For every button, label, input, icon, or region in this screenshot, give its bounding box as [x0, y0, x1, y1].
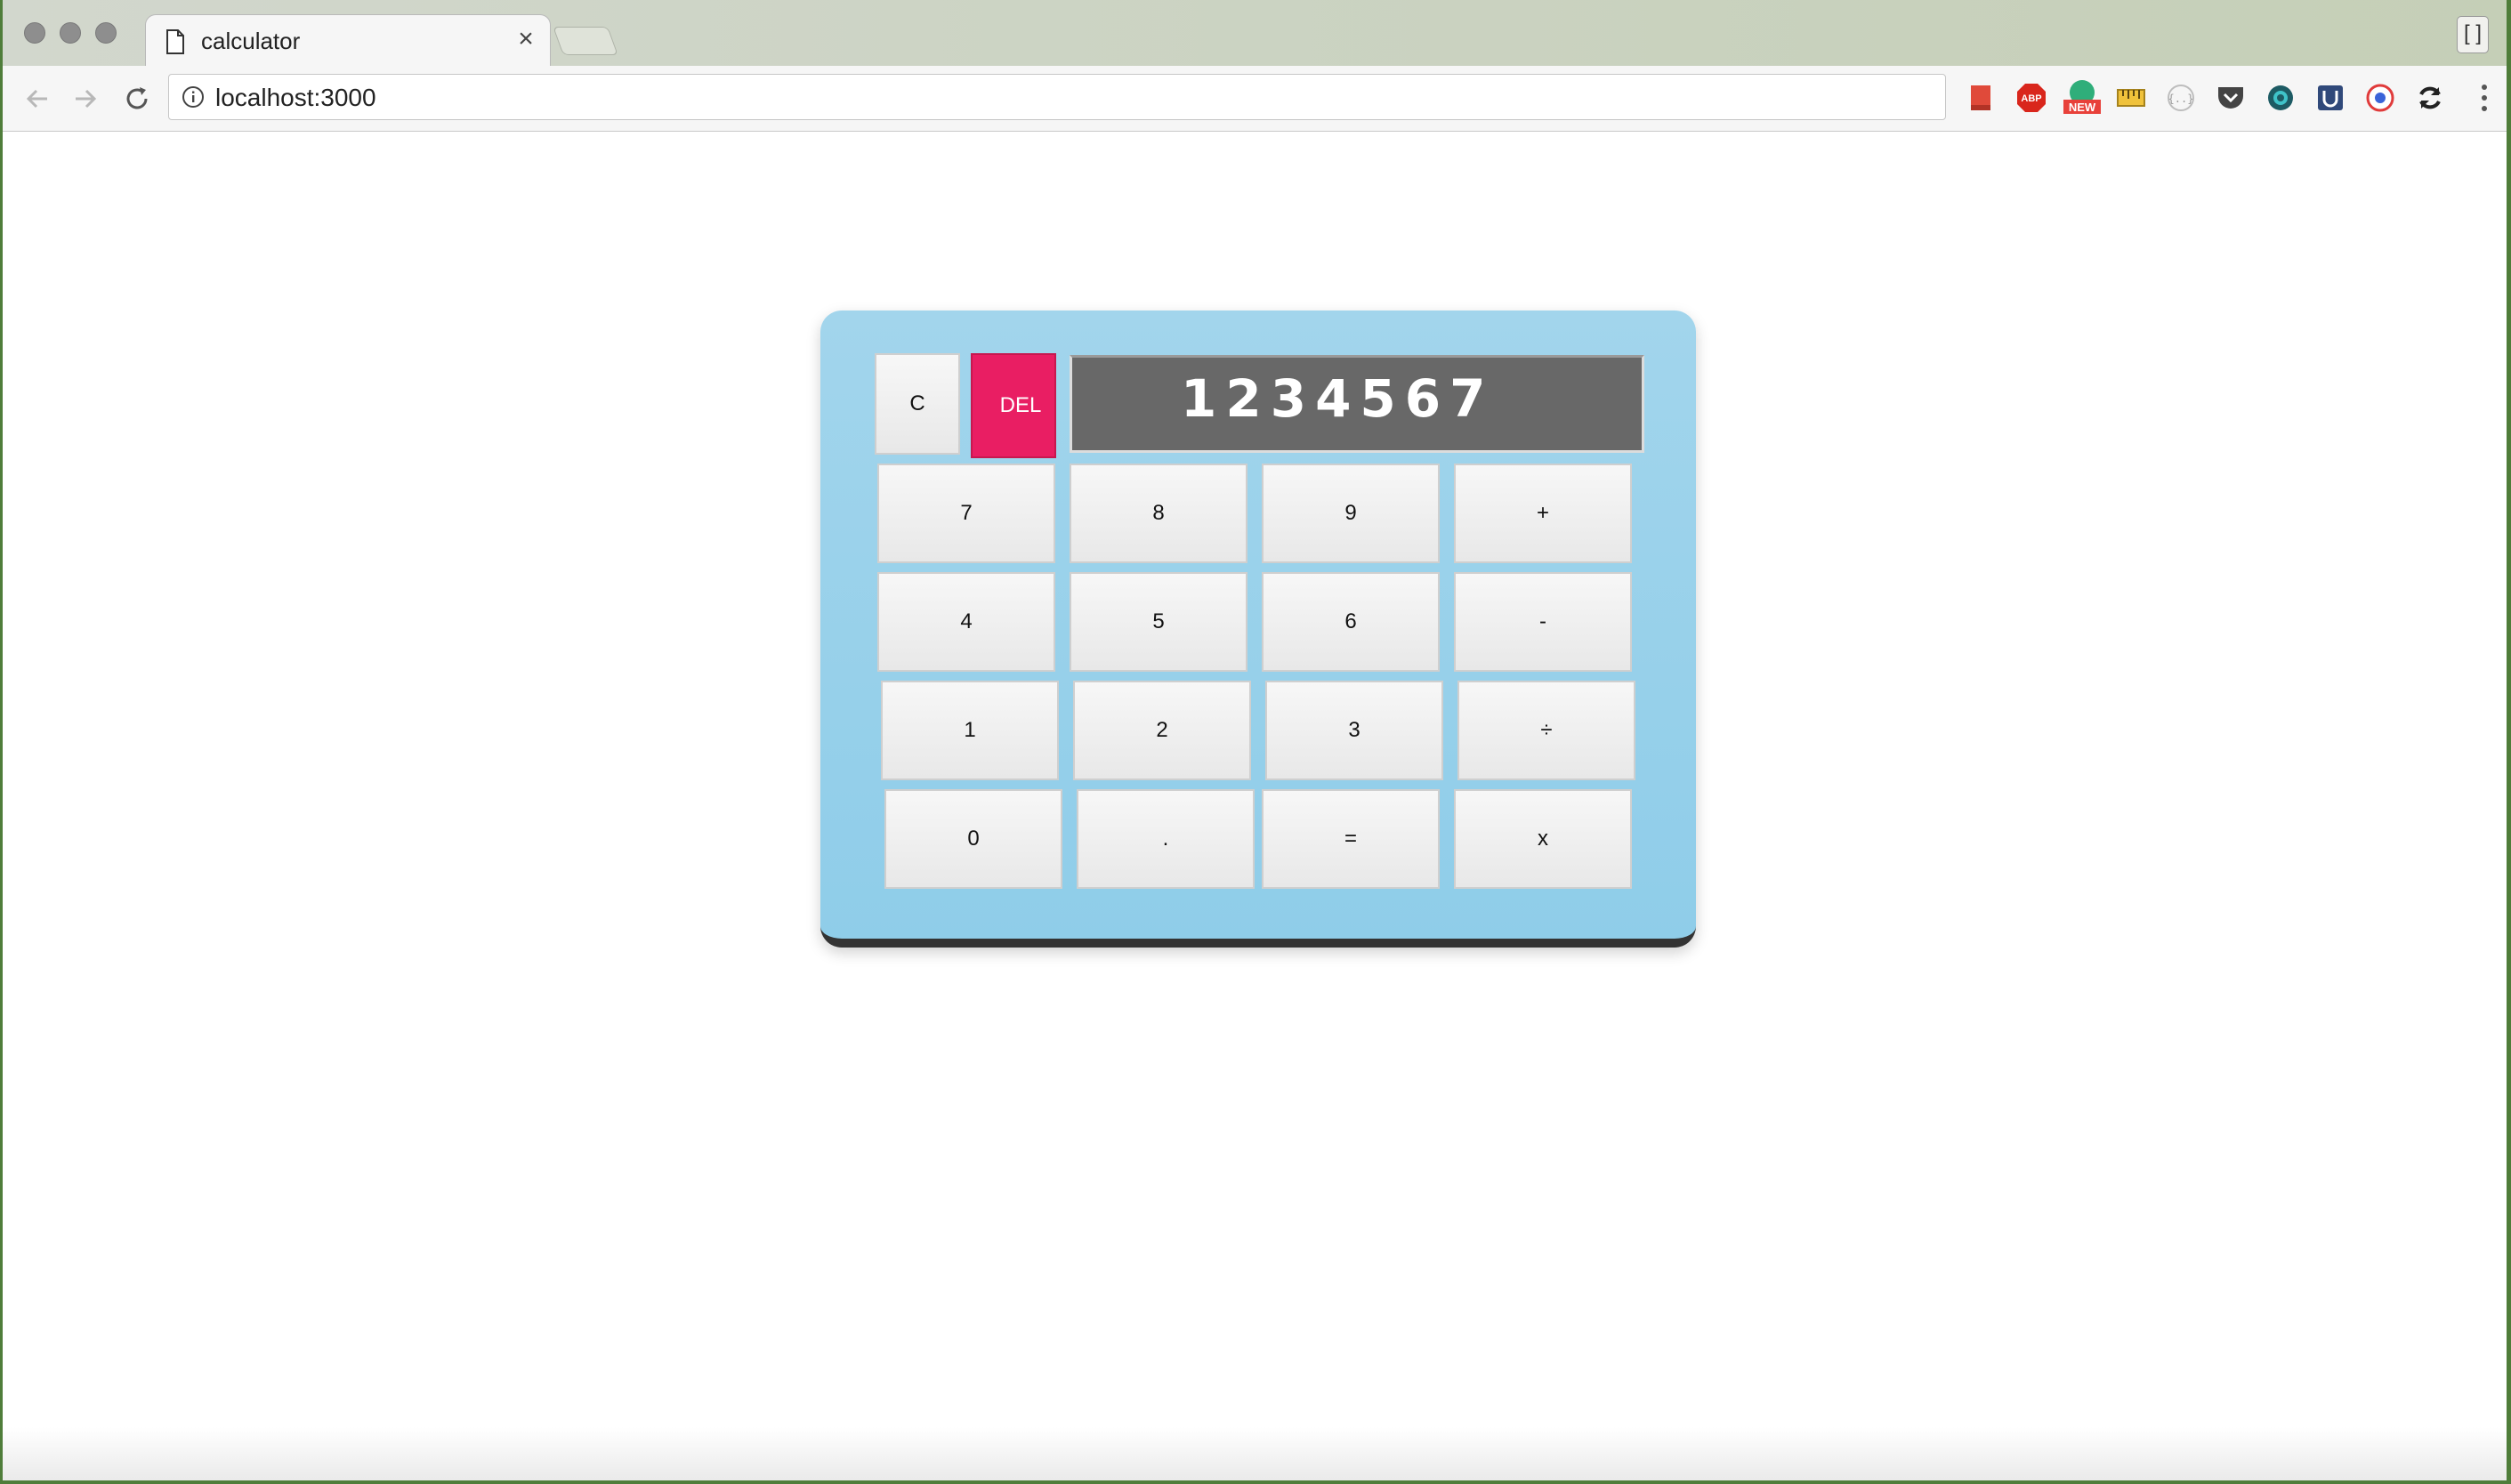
page-icon [166, 29, 184, 54]
window-close-icon[interactable] [24, 22, 45, 44]
ruler-icon[interactable] [2115, 82, 2147, 114]
browser-toolbar: localhost:3000 ABP NEW {..} [3, 66, 2507, 132]
tab-title: calculator [201, 28, 301, 54]
info-icon[interactable] [182, 85, 205, 109]
key-equals[interactable]: = [1262, 789, 1440, 889]
browser-window: calculator × [ ] localhost:3000 ABP NEW … [3, 0, 2507, 1480]
key-6[interactable]: 6 [1262, 572, 1440, 672]
page-bottom-shadow [3, 1427, 2507, 1480]
bookmark-icon[interactable] [1966, 82, 1998, 114]
window-zoom-icon[interactable] [95, 22, 117, 44]
pocket-icon[interactable] [2215, 82, 2247, 114]
key-2[interactable]: 2 [1073, 681, 1251, 780]
ublock-icon[interactable] [2314, 82, 2346, 114]
key-0[interactable]: 0 [884, 789, 1062, 889]
reload-icon[interactable] [120, 82, 154, 116]
clear-button[interactable]: C [875, 353, 960, 455]
url-text[interactable]: localhost:3000 [215, 84, 376, 112]
tab-close-icon[interactable]: × [513, 26, 539, 52]
new-tab-button[interactable] [553, 27, 618, 55]
key-1[interactable]: 1 [881, 681, 1059, 780]
key-5[interactable]: 5 [1070, 572, 1247, 672]
profile-button[interactable]: [ ] [2457, 16, 2489, 53]
key-8[interactable]: 8 [1070, 464, 1247, 563]
adblock-icon[interactable]: ABP [2015, 82, 2047, 114]
svg-text:ABP: ABP [2021, 93, 2041, 104]
tab-strip: calculator × [ ] [3, 0, 2507, 66]
key-divide[interactable]: ÷ [1457, 681, 1635, 780]
key-decimal[interactable]: . [1077, 789, 1255, 889]
display-value: 1234567 [1181, 368, 1495, 429]
forward-icon[interactable] [69, 82, 102, 116]
key-4[interactable]: 4 [877, 572, 1055, 672]
key-minus[interactable]: - [1454, 572, 1632, 672]
sync-icon[interactable] [2414, 82, 2446, 114]
key-multiply[interactable]: x [1454, 789, 1632, 889]
page-content: C DEL 1234567 7 8 9 + 4 5 6 - 1 2 3 ÷ 0 … [3, 132, 2507, 1480]
json-icon[interactable]: {..} [2165, 82, 2197, 114]
display-screen: 1234567 [1070, 355, 1644, 453]
svg-text:NEW: NEW [2069, 101, 2096, 114]
dashboard-icon[interactable] [2265, 82, 2297, 114]
svg-text:{..}: {..} [2168, 93, 2194, 105]
key-9[interactable]: 9 [1262, 464, 1440, 563]
window-minimize-icon[interactable] [60, 22, 81, 44]
new-badge-icon[interactable]: NEW [2062, 77, 2103, 117]
key-3[interactable]: 3 [1265, 681, 1443, 780]
more-menu-icon[interactable] [2478, 80, 2491, 116]
tab-calculator[interactable]: calculator × [145, 14, 551, 66]
delete-button[interactable]: DEL [971, 353, 1056, 458]
calculator: C DEL 1234567 7 8 9 + 4 5 6 - 1 2 3 ÷ 0 … [820, 311, 1696, 948]
back-icon[interactable] [20, 82, 54, 116]
key-7[interactable]: 7 [877, 464, 1055, 563]
address-bar[interactable]: localhost:3000 [168, 74, 1946, 120]
search-ext-icon[interactable] [2364, 82, 2396, 114]
key-plus[interactable]: + [1454, 464, 1632, 563]
